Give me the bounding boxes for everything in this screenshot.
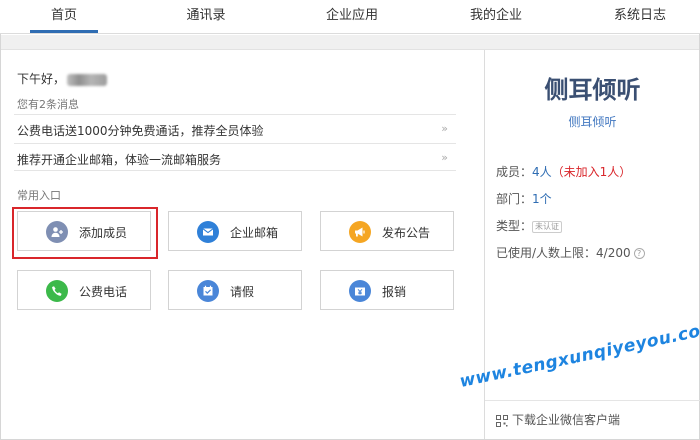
message-text: 推荐开通企业邮箱，体验一流邮箱服务	[17, 153, 222, 167]
message-item[interactable]: 推荐开通企业邮箱，体验一流邮箱服务 »	[14, 143, 456, 171]
header-band	[1, 35, 699, 50]
company-info-panel: 侧耳倾听 侧耳倾听 成员：4人（未加入1人） 部门：1个 类型： 未认证 已使用/…	[484, 50, 700, 439]
publish-notice-button[interactable]: 发布公告	[320, 211, 454, 251]
members-value[interactable]: 4人	[532, 165, 552, 179]
limit-info: 已使用/人数上限：4/200?	[496, 244, 645, 261]
chevron-right-icon: »	[441, 122, 448, 135]
main-panel: 下午好， 您有2条消息 公费电话送1000分钟免费通话，推荐全员体验 » 推荐开…	[0, 50, 484, 440]
limit-label: 已使用/人数上限：	[496, 246, 597, 260]
yen-wallet-icon	[349, 280, 371, 302]
download-client-link[interactable]: 下载企业微信客户端	[496, 411, 620, 428]
company-mail-button[interactable]: 企业邮箱	[168, 211, 302, 251]
active-tab-indicator	[30, 30, 98, 33]
message-item[interactable]: 公费电话送1000分钟免费通话，推荐全员体验 »	[14, 114, 456, 142]
qrcode-icon	[496, 414, 508, 427]
company-mail-label: 企业邮箱	[230, 226, 279, 240]
mail-icon	[197, 221, 219, 243]
blurred-username	[67, 73, 108, 86]
message-count: 您有2条消息	[17, 98, 79, 111]
public-phone-button[interactable]: 公费电话	[17, 270, 151, 310]
reimburse-button[interactable]: 报销	[320, 270, 454, 310]
reimburse-label: 报销	[382, 285, 407, 299]
message-text: 公费电话送1000分钟免费通话，推荐全员体验	[17, 124, 264, 138]
publish-notice-label: 发布公告	[382, 226, 431, 240]
dept-value[interactable]: 1个	[532, 192, 552, 206]
leave-request-label: 请假	[230, 285, 255, 299]
greeting-text: 下午好，	[17, 72, 66, 86]
members-label: 成员：	[496, 165, 533, 179]
divider	[485, 400, 700, 401]
unverified-badge: 未认证	[532, 220, 563, 233]
phone-icon	[46, 280, 68, 302]
chevron-right-icon: »	[441, 151, 448, 164]
tab-system-log[interactable]: 系统日志	[600, 0, 680, 34]
members-unjoined[interactable]: （未加入1人）	[552, 165, 632, 179]
limit-value: 4/200	[596, 246, 631, 260]
dept-label: 部门：	[496, 192, 533, 206]
calendar-check-icon	[197, 280, 219, 302]
tab-apps[interactable]: 企业应用	[312, 0, 392, 34]
dept-info: 部门：1个	[496, 190, 552, 207]
type-label: 类型：	[496, 219, 533, 233]
leave-request-button[interactable]: 请假	[168, 270, 302, 310]
tab-home[interactable]: 首页	[30, 0, 98, 34]
highlight-box	[12, 207, 158, 259]
company-name: 侧耳倾听	[544, 76, 641, 104]
tab-contacts[interactable]: 通讯录	[168, 0, 244, 34]
type-info: 类型： 未认证	[496, 217, 563, 234]
help-icon[interactable]: ?	[633, 248, 645, 259]
top-nav: 首页 通讯录 企业应用 我的企业 系统日志	[0, 0, 700, 34]
greeting: 下午好，	[17, 70, 108, 87]
tab-my-company[interactable]: 我的企业	[456, 0, 536, 34]
members-info: 成员：4人（未加入1人）	[496, 163, 631, 180]
public-phone-label: 公费电话	[79, 285, 128, 299]
download-client-label: 下载企业微信客户端	[512, 413, 621, 427]
company-subtitle[interactable]: 侧耳倾听	[485, 113, 700, 130]
megaphone-icon	[349, 221, 371, 243]
shortcuts-title: 常用入口	[17, 189, 61, 202]
